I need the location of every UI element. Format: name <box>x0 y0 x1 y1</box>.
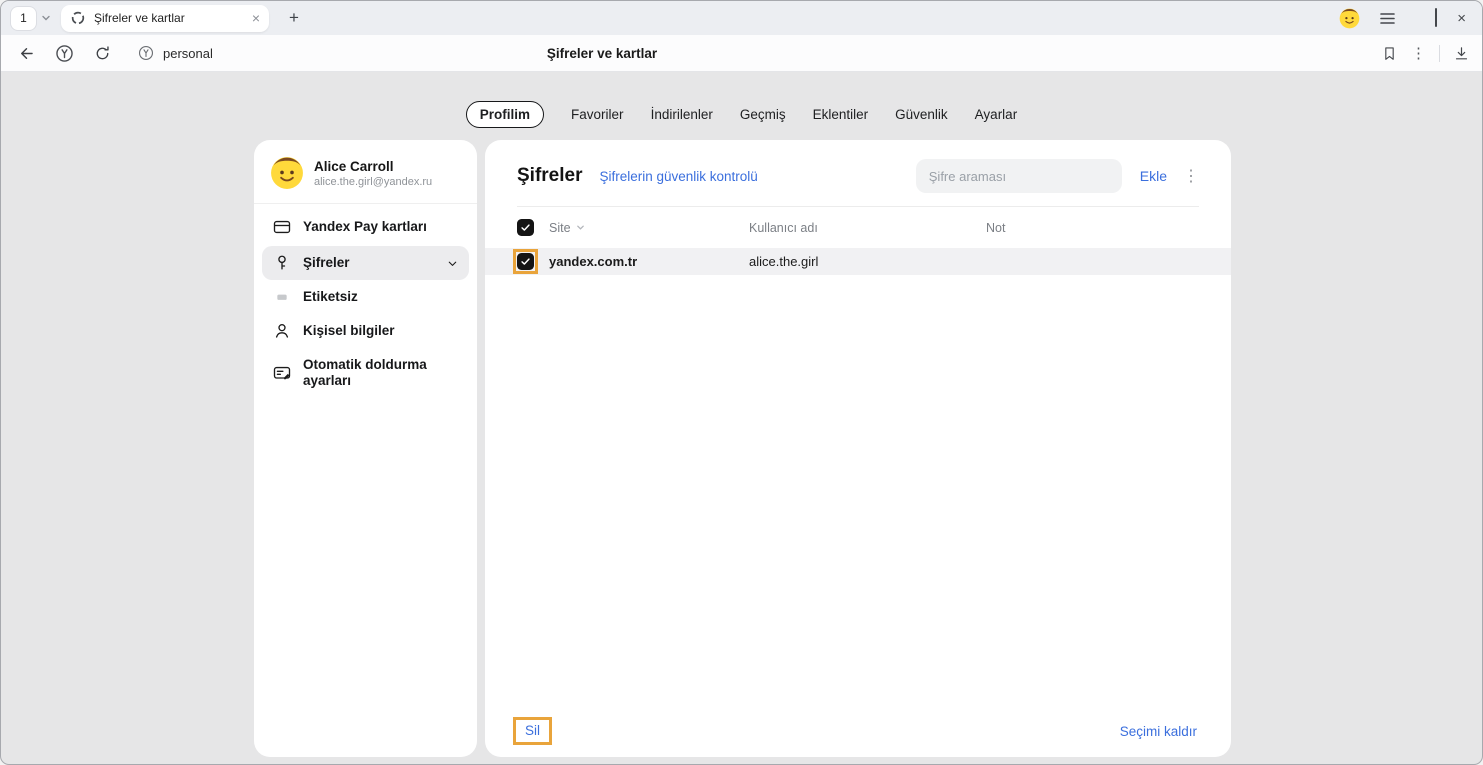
sidebar-item-personal-info[interactable]: Kişisel bilgiler <box>262 314 469 348</box>
delete-button[interactable]: Sil <box>525 723 540 738</box>
window-close-button[interactable]: × <box>1457 11 1466 26</box>
row-username: alice.the.girl <box>749 254 986 269</box>
profile-card[interactable]: Alice Carroll alice.the.girl@yandex.ru <box>254 146 477 202</box>
row-site: yandex.com.tr <box>549 254 749 269</box>
tab-eklentiler[interactable]: Eklentiler <box>813 107 869 122</box>
sidebar-item-autofill-settings[interactable]: Otomatik doldurma ayarları <box>262 350 469 396</box>
panel-title: Şifreler <box>517 165 582 187</box>
tag-icon <box>272 290 292 304</box>
sidebar-item-yandex-pay-cards[interactable]: Yandex Pay kartları <box>262 210 469 244</box>
tab-ayarlar[interactable]: Ayarlar <box>975 107 1018 122</box>
annotation-highlight <box>513 249 538 274</box>
sort-chevron-icon[interactable] <box>576 223 585 232</box>
autofill-icon <box>272 363 292 383</box>
profile-name: Alice Carroll <box>314 159 432 174</box>
tab-close-icon[interactable]: × <box>252 11 260 25</box>
chevron-down-icon[interactable] <box>446 257 459 270</box>
clear-selection-button[interactable]: Seçimi kaldır <box>1120 724 1197 739</box>
download-icon[interactable] <box>1453 45 1470 62</box>
passwords-panel: Şifreler Şifrelerin güvenlik kontrolü Ek… <box>485 140 1231 757</box>
password-row[interactable]: yandex.com.tr alice.the.girl <box>485 248 1231 275</box>
browser-tab[interactable]: Şifreler ve kartlar × <box>61 5 269 32</box>
table-header: Site Kullanıcı adı Not <box>485 207 1231 248</box>
yandex-home-button[interactable] <box>51 40 77 66</box>
toolbar-divider <box>1439 45 1440 62</box>
sidebar-item-passwords[interactable]: Şifreler <box>262 246 469 280</box>
new-tab-button[interactable]: + <box>281 8 307 28</box>
tab-favoriler[interactable]: Favoriler <box>571 107 624 122</box>
select-all-checkbox[interactable] <box>517 219 534 236</box>
security-check-link[interactable]: Şifrelerin güvenlik kontrolü <box>599 169 757 184</box>
tab-indirilenler[interactable]: İndirilenler <box>651 107 713 122</box>
tab-title: Şifreler ve kartlar <box>94 11 244 25</box>
browser-window: 1 Şifreler ve kartlar × + <box>0 0 1483 765</box>
tab-group-badge[interactable]: 1 <box>11 7 36 30</box>
sidebar: Alice Carroll alice.the.girl@yandex.ru Y… <box>254 140 477 757</box>
annotation-highlight: Sil <box>513 717 552 745</box>
tab-group-chevron-icon[interactable] <box>41 13 51 23</box>
column-username[interactable]: Kullanıcı adı <box>749 221 986 235</box>
address-bar[interactable]: personal Şifreler ve kartlar <box>137 39 1371 68</box>
password-search-input[interactable] <box>916 159 1122 193</box>
back-button[interactable] <box>13 40 39 66</box>
address-text: personal <box>163 46 213 61</box>
panel-menu-icon[interactable]: ⋮ <box>1183 166 1199 186</box>
bookmark-icon[interactable] <box>1381 45 1398 62</box>
profile-email: alice.the.girl@yandex.ru <box>314 176 432 188</box>
column-site[interactable]: Site <box>549 221 571 235</box>
column-note[interactable]: Not <box>986 221 1199 235</box>
person-icon <box>272 321 292 341</box>
row-checkbox[interactable] <box>517 253 534 270</box>
tab-guvenlik[interactable]: Güvenlik <box>895 107 948 122</box>
sidebar-item-untagged[interactable]: Etiketsiz <box>262 282 469 312</box>
bank-card-icon <box>272 217 292 237</box>
settings-nav-tabs: Profilim Favoriler İndirilenler Geçmiş E… <box>1 101 1482 128</box>
site-badge-icon[interactable] <box>137 44 155 62</box>
browser-toolbar: personal Şifreler ve kartlar ⋮ <box>1 35 1482 72</box>
avatar <box>270 156 304 190</box>
tab-profilim[interactable]: Profilim <box>466 101 544 128</box>
toolbar-menu-icon[interactable]: ⋮ <box>1411 44 1426 62</box>
toolbar-page-title: Şifreler ve kartlar <box>547 46 657 61</box>
add-password-button[interactable]: Ekle <box>1140 168 1167 184</box>
sidebar-divider <box>254 203 477 204</box>
maximize-button[interactable] <box>1435 9 1437 27</box>
key-icon <box>272 253 292 273</box>
profile-avatar[interactable] <box>1339 8 1360 29</box>
browser-panels-icon[interactable] <box>1380 12 1395 25</box>
refresh-button[interactable] <box>89 40 115 66</box>
browser-logo-icon <box>70 10 86 26</box>
panel-footer: Sil Seçimi kaldır <box>485 705 1231 757</box>
tab-gecmis[interactable]: Geçmiş <box>740 107 786 122</box>
tab-strip: 1 Şifreler ve kartlar × + <box>1 1 1482 35</box>
